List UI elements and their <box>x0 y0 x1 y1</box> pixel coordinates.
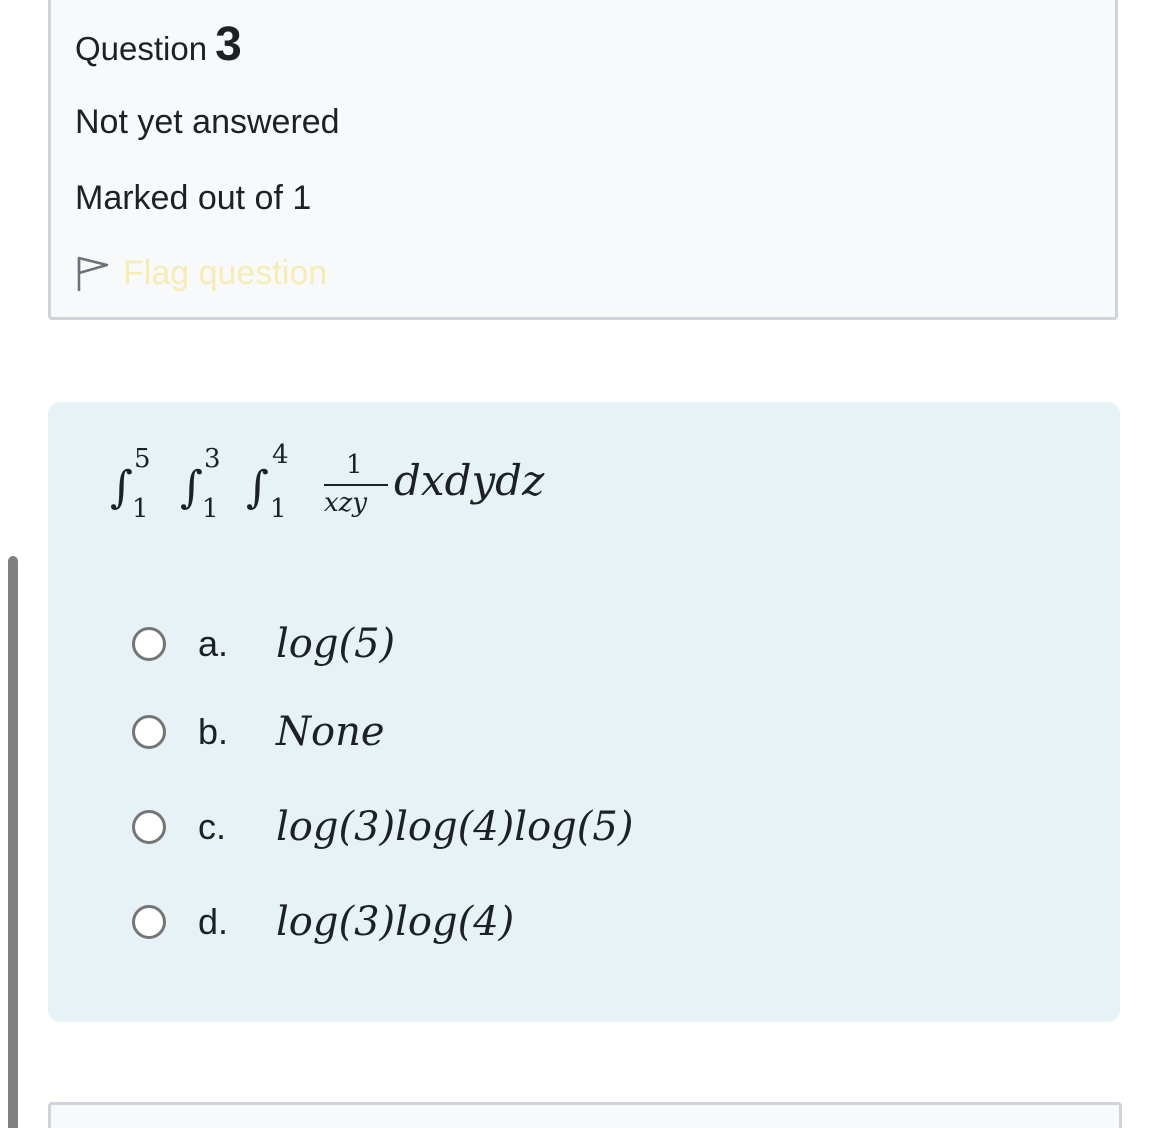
fraction-denominator: xzy <box>324 488 368 518</box>
flag-question-label: Flag question <box>123 253 328 292</box>
scrollbar[interactable] <box>8 556 18 1128</box>
flag-outline-icon <box>75 253 111 293</box>
answer-option-b[interactable]: b. None <box>132 702 385 762</box>
question-info-panel: Question 3 Not yet answered Marked out of… <box>48 0 1118 320</box>
answer-option-c[interactable]: c. log(3)log(4)log(5) <box>132 797 633 857</box>
option-letter-c: c. <box>198 806 227 847</box>
question-content: ∫ 5 1 ∫ 3 1 ∫ 4 1 1 xzy dxdydz a. log(5)… <box>48 402 1120 1022</box>
question-title: Question 3 <box>75 21 242 69</box>
option-text-c: log(3)log(4)log(5) <box>276 804 634 850</box>
flag-question-link[interactable]: Flag question <box>75 251 327 295</box>
option-text-a: log(5) <box>276 621 396 667</box>
integral-3-lower: 1 <box>270 494 287 524</box>
fraction-numerator: 1 <box>346 450 363 480</box>
option-text-b: None <box>276 709 385 755</box>
option-letter-d: d. <box>198 901 229 942</box>
next-question-panel <box>48 1102 1122 1128</box>
option-letter-a: a. <box>198 623 229 664</box>
option-letter-b: b. <box>198 711 229 752</box>
answer-option-a[interactable]: a. log(5) <box>132 614 395 674</box>
fraction-bar <box>324 484 388 486</box>
integral-sign-1: ∫ <box>110 462 133 513</box>
radio-c[interactable] <box>132 810 166 844</box>
radio-a[interactable] <box>132 627 166 661</box>
integral-2-upper: 3 <box>204 444 221 474</box>
answer-option-d[interactable]: d. log(3)log(4) <box>132 892 514 952</box>
integral-2-lower: 1 <box>202 494 219 524</box>
integral-3-upper: 4 <box>272 440 289 470</box>
option-text-d: log(3)log(4) <box>276 899 515 945</box>
integral-sign-2: ∫ <box>180 462 203 513</box>
integral-1-upper: 5 <box>134 444 151 474</box>
quiz-page: Question 3 Not yet answered Marked out of… <box>0 0 1170 1128</box>
differentials: dxdydz <box>394 456 545 505</box>
radio-b[interactable] <box>132 715 166 749</box>
question-state: Not yet answered <box>75 103 340 141</box>
integral-sign-3: ∫ <box>246 462 269 513</box>
question-grade: Marked out of 1 <box>75 179 312 217</box>
question-number: 3 <box>215 18 242 71</box>
integral-1-lower: 1 <box>132 494 149 524</box>
radio-d[interactable] <box>132 905 166 939</box>
question-label: Question <box>75 30 208 67</box>
